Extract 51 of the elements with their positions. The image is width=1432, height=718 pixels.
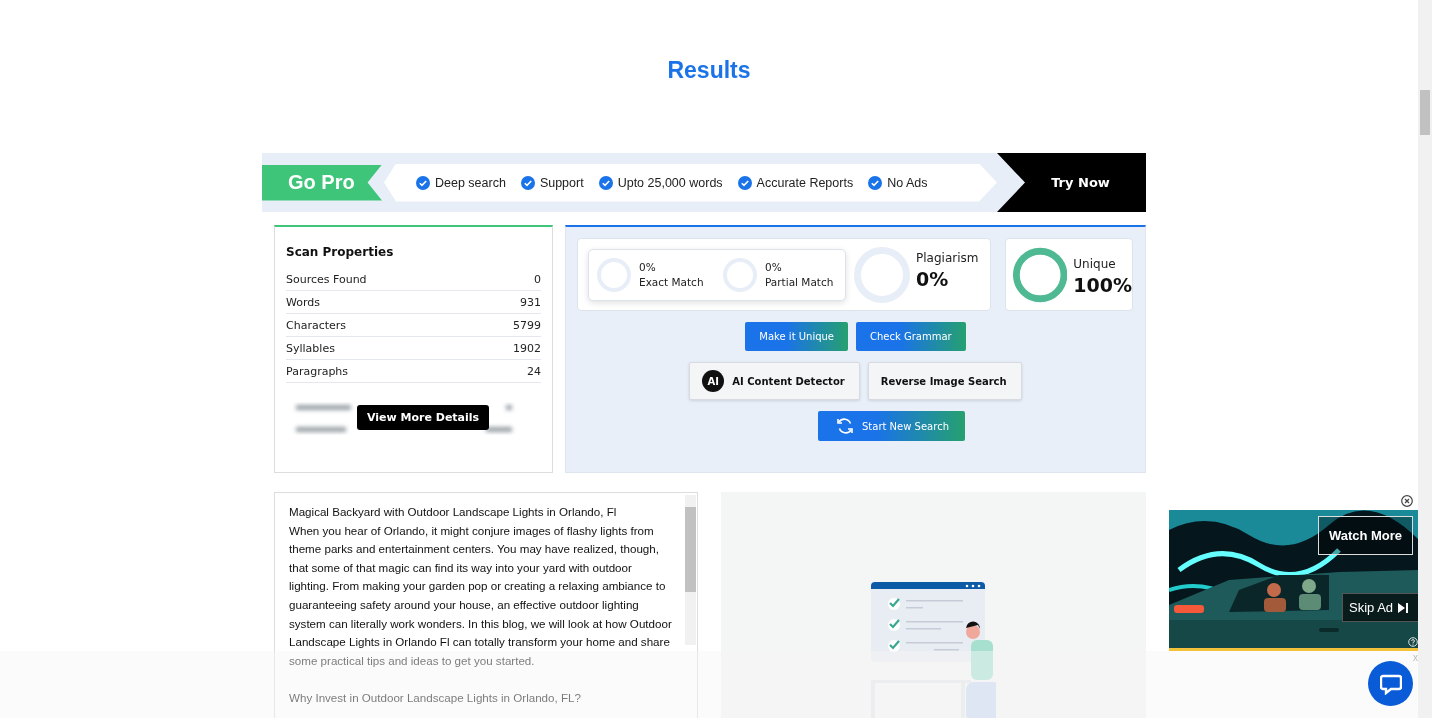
match-label: Partial Match bbox=[765, 276, 834, 288]
property-label: Words bbox=[286, 295, 320, 309]
document-title: Magical Backyard with Outdoor Landscape Lights in Orlando, Fl bbox=[289, 504, 618, 520]
close-icon bbox=[1401, 495, 1413, 507]
check-icon bbox=[868, 175, 883, 190]
check-icon bbox=[416, 175, 430, 190]
match-label: Exact Match bbox=[639, 276, 704, 288]
score-label: Plagiarism bbox=[916, 250, 979, 265]
property-label: Characters bbox=[286, 318, 347, 332]
chat-icon bbox=[1379, 672, 1402, 695]
card-title: Scan Properties bbox=[286, 245, 395, 259]
action-button[interactable]: Reverse Image Search bbox=[867, 362, 1022, 400]
refresh-icon bbox=[836, 417, 854, 435]
start-new-search-button[interactable]: Start New Search bbox=[818, 411, 965, 441]
feature-label: Upto 25,000 words bbox=[617, 175, 723, 190]
view-more-details-button[interactable]: View More Details bbox=[357, 405, 490, 430]
score-percent: 0% bbox=[916, 267, 950, 290]
try-now-button[interactable]: Try Now bbox=[997, 153, 1146, 212]
skip-ad-button[interactable]: Skip Ad bbox=[1342, 593, 1419, 622]
document-subheading: Why Invest in Outdoor Landscape Lights in Orlando, FL? bbox=[289, 689, 582, 706]
feature-label: Accurate Reports bbox=[756, 175, 854, 190]
page-title: Results bbox=[667, 57, 751, 85]
unique-ring bbox=[1013, 246, 1068, 303]
ai-icon: AI bbox=[702, 370, 725, 392]
watch-more-button[interactable]: Watch More bbox=[1318, 516, 1413, 555]
score-label: Unique bbox=[1073, 257, 1117, 271]
help-icon bbox=[1408, 637, 1418, 647]
match-percent: 0% bbox=[639, 261, 657, 273]
property-value: 0 bbox=[534, 272, 541, 286]
check-icon bbox=[520, 175, 535, 190]
property-value: 24 bbox=[527, 364, 541, 378]
property-value: 931 bbox=[520, 295, 541, 309]
property-value: 5799 bbox=[513, 318, 541, 332]
property-label: Sources Found bbox=[286, 272, 367, 286]
feature-label: Support bbox=[539, 175, 584, 190]
document-paragraph: When you hear of Orlando, it might conjure images of flashy lights from theme parks and entertainment centers. You may have realized, though, that some of that magic can find its way into your yard with outdoor lighting. From making your garden pop or creating a relaxing ambiance to guaranteeing safety around your house, an effective outdoor lighting system can literally work wonders. In this blog, we will look at how Outdoor Landscape Lights in Orlando Fl can totally transform your home and share some practical tips and ideas to get you started. bbox=[289, 522, 673, 669]
property-label: Syllables bbox=[286, 341, 335, 355]
match-percent: 0% bbox=[765, 261, 783, 273]
action-button[interactable]: Make it Unique bbox=[745, 322, 848, 351]
ai-content-detector-button[interactable]: AI AI Content Detector bbox=[689, 362, 860, 400]
check-icon bbox=[737, 175, 752, 190]
skip-icon bbox=[1398, 602, 1409, 613]
property-value: 1902 bbox=[513, 341, 541, 355]
check-icon bbox=[598, 175, 613, 190]
property-label: Paragraphs bbox=[286, 364, 349, 378]
feature-label: No Ads bbox=[887, 175, 928, 190]
action-button[interactable]: Check Grammar bbox=[856, 322, 966, 351]
score-percent: 100% bbox=[1073, 274, 1132, 296]
feature-label: Deep search bbox=[435, 175, 506, 190]
go-pro-badge: Go Pro bbox=[262, 164, 382, 201]
chat-button[interactable] bbox=[1368, 661, 1413, 706]
